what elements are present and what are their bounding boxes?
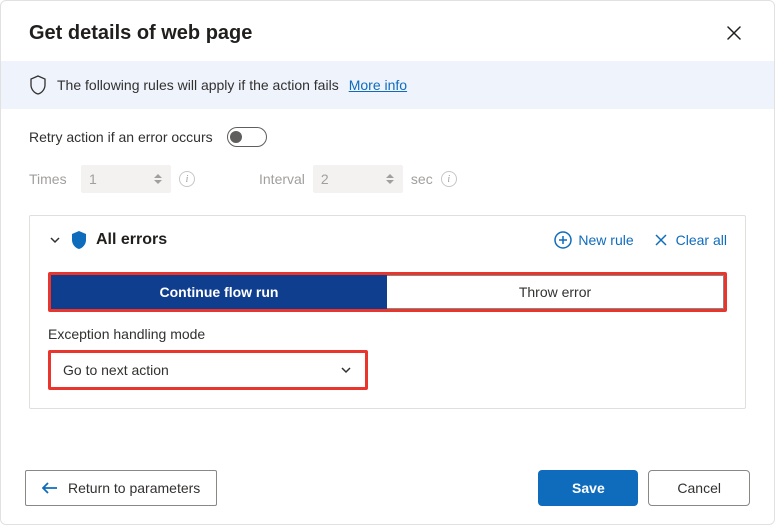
times-value: 1 <box>89 171 153 187</box>
throw-error-button[interactable]: Throw error <box>387 275 724 309</box>
toggle-knob <box>230 131 242 143</box>
info-icon: i <box>441 171 457 187</box>
all-errors-panel: All errors New rule Clear all Continue f… <box>29 215 746 409</box>
retry-row: Retry action if an error occurs <box>29 127 746 147</box>
close-icon <box>652 231 670 249</box>
dialog-content: Retry action if an error occurs Times 1 … <box>1 109 774 453</box>
arrow-left-icon <box>42 481 58 495</box>
ehm-value: Go to next action <box>63 362 169 378</box>
interval-spinner <box>385 173 395 185</box>
cancel-button[interactable]: Cancel <box>648 470 750 506</box>
chevron-down-icon <box>339 363 353 377</box>
shield-icon <box>29 75 47 95</box>
footer-actions: Save Cancel <box>538 470 750 506</box>
errors-expand[interactable]: All errors <box>48 230 167 250</box>
dialog-footer: Return to parameters Save Cancel <box>1 453 774 524</box>
retry-label: Retry action if an error occurs <box>29 129 213 145</box>
new-rule-label: New rule <box>578 232 633 248</box>
times-input: 1 <box>81 165 171 193</box>
shield-icon <box>70 230 88 250</box>
back-label: Return to parameters <box>68 480 200 496</box>
times-spinner <box>153 173 163 185</box>
chevron-down-icon <box>385 179 395 185</box>
retry-fields: Times 1 i Interval 2 sec i <box>29 165 746 193</box>
close-button[interactable] <box>718 17 750 49</box>
ehm-label: Exception handling mode <box>48 326 727 342</box>
banner-text: The following rules will apply if the ac… <box>57 77 339 93</box>
info-banner: The following rules will apply if the ac… <box>1 61 774 109</box>
clear-all-label: Clear all <box>676 232 727 248</box>
ehm-dropdown[interactable]: Go to next action <box>48 350 368 390</box>
dialog-title: Get details of web page <box>29 22 252 45</box>
errors-header: All errors New rule Clear all <box>48 230 727 250</box>
interval-field: Interval 2 sec i <box>259 165 457 193</box>
new-rule-button[interactable]: New rule <box>554 231 633 249</box>
interval-value: 2 <box>321 171 385 187</box>
interval-unit: sec <box>411 171 433 187</box>
times-field: Times 1 i <box>29 165 195 193</box>
times-label: Times <box>29 171 73 187</box>
errors-actions: New rule Clear all <box>554 231 727 249</box>
continue-flow-button[interactable]: Continue flow run <box>51 275 387 309</box>
return-to-parameters-button[interactable]: Return to parameters <box>25 470 217 506</box>
retry-toggle[interactable] <box>227 127 267 147</box>
chevron-down-icon <box>48 233 62 247</box>
plus-circle-icon <box>554 231 572 249</box>
errors-title: All errors <box>96 231 167 249</box>
dialog-header: Get details of web page <box>1 1 774 61</box>
info-icon: i <box>179 171 195 187</box>
flow-mode-toggle: Continue flow run Throw error <box>48 272 727 312</box>
save-button[interactable]: Save <box>538 470 638 506</box>
more-info-link[interactable]: More info <box>349 77 407 93</box>
clear-all-button[interactable]: Clear all <box>652 231 727 249</box>
interval-label: Interval <box>259 171 305 187</box>
chevron-down-icon <box>153 179 163 185</box>
interval-input: 2 <box>313 165 403 193</box>
close-icon <box>727 26 741 40</box>
